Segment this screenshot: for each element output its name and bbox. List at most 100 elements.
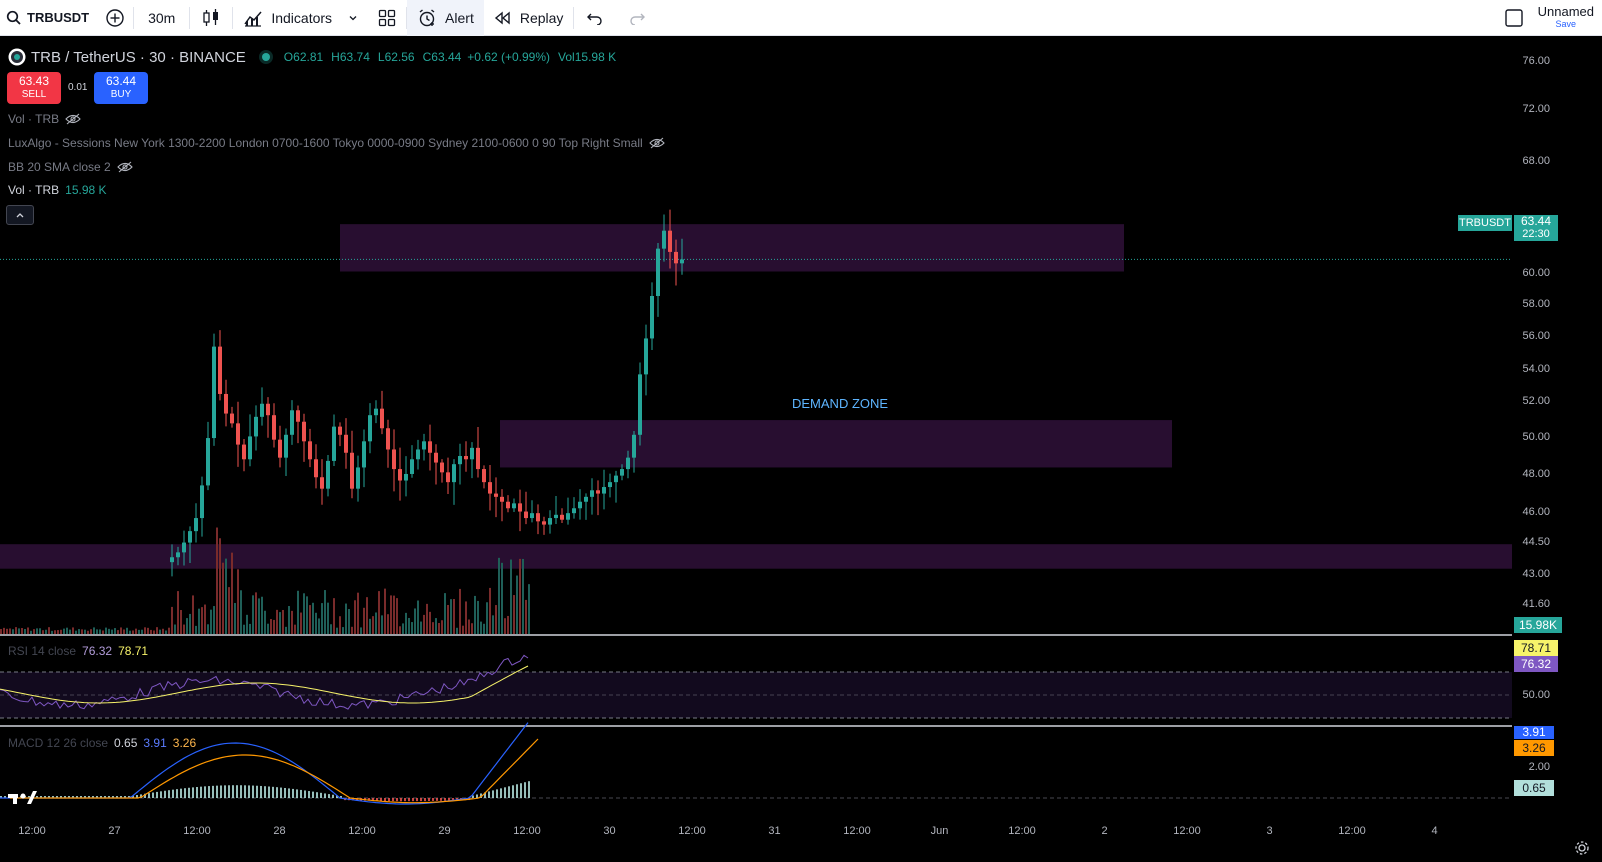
rsi-legend[interactable]: RSI 14 close 76.32 78.71 — [8, 644, 148, 658]
volume-bar — [399, 626, 401, 634]
volume-bar — [204, 604, 206, 634]
buy-button[interactable]: 63.44 BUY — [94, 72, 148, 104]
candle-body — [590, 490, 594, 497]
volume-bar — [60, 629, 62, 634]
gear-icon[interactable] — [1574, 840, 1590, 856]
volume-bar — [144, 627, 146, 634]
chart-canvas[interactable]: 76.00 72.00 68.00 60.00 58.00 56.00 54.00 52.00… — [0, 38, 1602, 862]
price-tick-label: 72.00 — [1522, 103, 1550, 115]
volume-bar — [330, 624, 332, 634]
indicator-vol-title[interactable]: Vol · TRB — [8, 112, 81, 126]
macd-hist-bar — [440, 798, 442, 801]
macd-hist-bar — [272, 786, 274, 798]
indicator-luxalgo-title[interactable]: LuxAlgo - Sessions New York 1300-2200 Lo… — [8, 136, 665, 150]
candle-body — [404, 473, 408, 481]
volume-bar — [102, 630, 104, 634]
volume-bar — [198, 608, 200, 634]
indicator-vol2-title[interactable]: Vol · TRB 15.98 K — [8, 183, 107, 197]
macd-hist-bar — [312, 791, 314, 798]
macd-hist-bar — [252, 785, 254, 798]
macd-hist-bar — [324, 793, 326, 798]
replay-button[interactable]: Replay — [484, 0, 574, 36]
vol-value: 15.98 K — [574, 50, 617, 64]
macd-legend[interactable]: MACD 12 26 close 0.65 3.91 3.26 — [8, 736, 196, 750]
time-tick-label: 12:00 — [1173, 825, 1201, 837]
macd-hist-bar — [412, 798, 414, 802]
compare-button[interactable] — [97, 0, 133, 36]
top-toolbar: TRBUSDT 30m Indicators Alert Replay Unna… — [0, 0, 1602, 36]
macd-hist-bar — [408, 798, 410, 802]
time-tick-label: 12:00 — [348, 825, 376, 837]
eye-hidden-icon[interactable] — [65, 113, 81, 125]
volume-bar — [291, 610, 293, 634]
pair-title[interactable]: TRB / TetherUS · 30 · BINANCE — [31, 49, 246, 66]
time-tick-label: 31 — [768, 825, 780, 837]
volume-bar — [261, 596, 263, 634]
collapse-legend-button[interactable] — [6, 205, 34, 225]
demand-zone-label[interactable]: DEMAND ZONE — [792, 396, 888, 411]
candle-body — [398, 469, 402, 481]
rewind-icon — [494, 11, 510, 24]
volume-bar — [510, 559, 512, 634]
volume-bar — [57, 630, 59, 634]
indicator-bb-title[interactable]: BB 20 SMA close 2 — [8, 160, 133, 174]
layout-checkbox[interactable] — [1498, 0, 1530, 36]
volume-bar — [78, 629, 80, 634]
volume-bar — [450, 599, 452, 634]
spread-value: 0.01 — [68, 82, 88, 93]
eye-hidden-icon[interactable] — [648, 137, 665, 149]
chart-type-button[interactable] — [190, 0, 232, 36]
macd-hist-bar — [524, 782, 526, 798]
open-value: 62.81 — [293, 50, 324, 64]
search-icon — [6, 10, 21, 25]
macd-hist-bar — [476, 794, 478, 798]
macd-tag-signal: 3.26 — [1514, 740, 1554, 756]
candle-body — [446, 472, 450, 483]
volume-bar — [384, 588, 386, 634]
volume-bar — [351, 626, 353, 634]
volume-bar — [24, 628, 26, 634]
symbol-search-button[interactable]: TRBUSDT — [0, 0, 97, 36]
candle-body — [320, 477, 324, 489]
trb-logo-icon — [8, 48, 26, 66]
macd-hist-bar — [420, 798, 422, 802]
volume-tag: 15.98K — [1514, 617, 1562, 633]
volume-bar — [66, 627, 68, 634]
macd-hist-bar — [160, 791, 162, 798]
volume-bar — [501, 562, 503, 634]
volume-bar — [111, 629, 113, 634]
alert-button[interactable]: Alert — [407, 0, 484, 36]
candle-body — [518, 503, 522, 512]
volume-bar — [123, 629, 125, 634]
price-tick-label: 48.00 — [1522, 468, 1550, 480]
volume-bar — [390, 595, 392, 634]
volume-bar — [243, 624, 245, 634]
volume-bar — [522, 558, 524, 634]
time-tick-label: Jun — [931, 825, 949, 837]
toolbar-right: Unnamed Save — [1498, 0, 1602, 36]
templates-button[interactable] — [368, 0, 406, 36]
volume-bar — [393, 595, 395, 634]
redo-button[interactable] — [616, 0, 658, 36]
undo-button[interactable] — [574, 0, 616, 36]
sell-button[interactable]: 63.43 SELL — [7, 72, 61, 104]
indicators-button[interactable]: Indicators — [233, 0, 368, 36]
macd-hist-bar — [308, 791, 310, 798]
volume-bar — [237, 569, 239, 634]
volume-bar — [528, 584, 530, 634]
macd-hist-bar — [188, 787, 190, 798]
eye-hidden-icon[interactable] — [116, 161, 133, 173]
rsi-value-1: 76.32 — [82, 644, 113, 658]
interval-button[interactable]: 30m — [134, 0, 189, 36]
volume-bar — [339, 616, 341, 634]
volume-bar — [474, 595, 476, 634]
layout-name-button[interactable]: Unnamed Save — [1530, 5, 1602, 30]
sell-price: 63.43 — [18, 74, 50, 88]
candle-body — [632, 434, 636, 458]
volume-bar — [177, 591, 179, 634]
candle-body — [266, 403, 270, 416]
vol-key: Vol — [558, 50, 575, 64]
chart-area[interactable]: 76.00 72.00 68.00 60.00 58.00 56.00 54.00 52.00… — [0, 38, 1602, 862]
tradingview-logo-icon[interactable] — [8, 788, 40, 806]
macd-hist-bar — [216, 785, 218, 798]
